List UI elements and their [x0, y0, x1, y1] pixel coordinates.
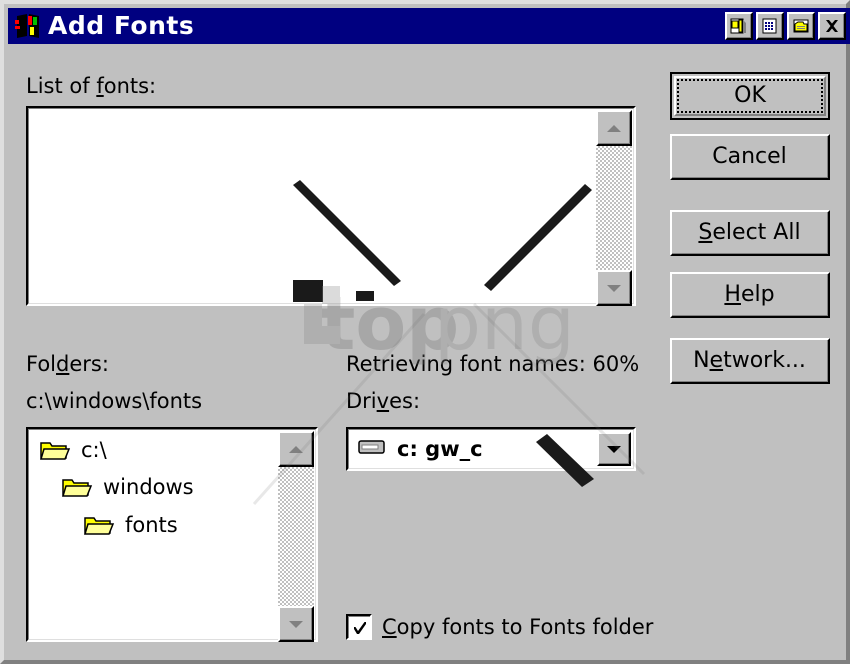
fonts-book-icon	[14, 12, 44, 40]
copy-fonts-checkbox[interactable]	[346, 614, 372, 640]
scroll-up-arrow-icon	[289, 445, 303, 453]
network-button-face: Network...	[672, 340, 828, 382]
folders-scroll-up-button[interactable]	[278, 431, 314, 467]
folders-list-box[interactable]: c:\ windows fonts	[26, 427, 318, 642]
status-text: Retrieving font names: 60%	[346, 352, 640, 376]
help-button-label: Help	[724, 281, 775, 307]
up-folder-icon	[789, 14, 813, 38]
font-list-label: List of fonts:	[26, 74, 157, 98]
checkbox-check-icon	[348, 616, 370, 638]
hard-drive-icon	[357, 436, 387, 463]
open-folder-icon	[61, 475, 93, 499]
select-all-button[interactable]: Select All	[670, 210, 830, 256]
close-button[interactable]	[818, 12, 846, 40]
window-title: Add Fonts	[48, 10, 195, 40]
folder-item-windows[interactable]: windows	[61, 475, 194, 499]
help-button-face: Help	[672, 274, 828, 316]
network-button[interactable]: Network...	[670, 338, 830, 384]
close-x-icon	[820, 14, 844, 38]
drives-label: Drives:	[346, 389, 421, 413]
drive-select-display[interactable]: c: gw_c	[348, 429, 634, 469]
folders-scroll-down-button[interactable]	[278, 606, 314, 642]
up-folder-button[interactable]	[787, 12, 815, 40]
copy-fonts-checkbox-label[interactable]: Copy fonts to Fonts folder	[382, 617, 653, 638]
drive-select[interactable]: c: gw_c	[346, 427, 636, 471]
select-all-button-face: Select All	[672, 212, 828, 254]
folders-label: Folders:	[26, 352, 109, 376]
folder-item-c-root[interactable]: c:\	[39, 438, 107, 462]
ok-button-label: OK	[734, 83, 766, 108]
details-view-icon	[758, 14, 782, 38]
cancel-button-label: Cancel	[712, 143, 787, 169]
drive-select-value: c: gw_c	[397, 436, 483, 461]
open-folder-icon	[39, 438, 71, 462]
network-button-label: Network...	[693, 347, 806, 373]
folders-scrollbar[interactable]	[278, 431, 314, 642]
font-list-scrollbar[interactable]	[596, 110, 632, 306]
scroll-down-arrow-icon	[607, 284, 621, 292]
font-list-items-area[interactable]	[28, 108, 634, 304]
list-view-button[interactable]	[725, 12, 753, 40]
scroll-up-arrow-icon	[607, 124, 621, 132]
add-fonts-dialog: Add Fonts List of fonts: Folders: c:\win…	[0, 0, 850, 664]
folder-item-label: fonts	[125, 512, 178, 537]
folder-item-label: c:\	[81, 437, 107, 462]
folder-item-fonts[interactable]: fonts	[83, 513, 178, 537]
chevron-down-icon	[607, 445, 621, 453]
folder-item-label: windows	[103, 474, 194, 499]
font-list-scroll-down-button[interactable]	[596, 270, 632, 306]
font-list-scroll-up-button[interactable]	[596, 110, 632, 146]
titlebar-button-group	[725, 12, 846, 40]
select-all-button-label: Select All	[698, 219, 801, 245]
cancel-button-face: Cancel	[672, 136, 828, 178]
cancel-button[interactable]: Cancel	[670, 134, 830, 180]
folders-list-items-area[interactable]: c:\ windows fonts	[28, 429, 316, 640]
title-bar[interactable]: Add Fonts	[8, 8, 850, 44]
scroll-down-arrow-icon	[289, 620, 303, 628]
drive-dropdown-button[interactable]	[597, 432, 631, 466]
folders-path: c:\windows\fonts	[26, 389, 203, 413]
ok-button[interactable]: OK	[670, 72, 830, 120]
help-button[interactable]: Help	[670, 272, 830, 318]
open-folder-icon	[83, 513, 115, 537]
font-list-box[interactable]	[26, 106, 636, 306]
list-view-icon	[727, 14, 751, 38]
details-view-button[interactable]	[756, 12, 784, 40]
